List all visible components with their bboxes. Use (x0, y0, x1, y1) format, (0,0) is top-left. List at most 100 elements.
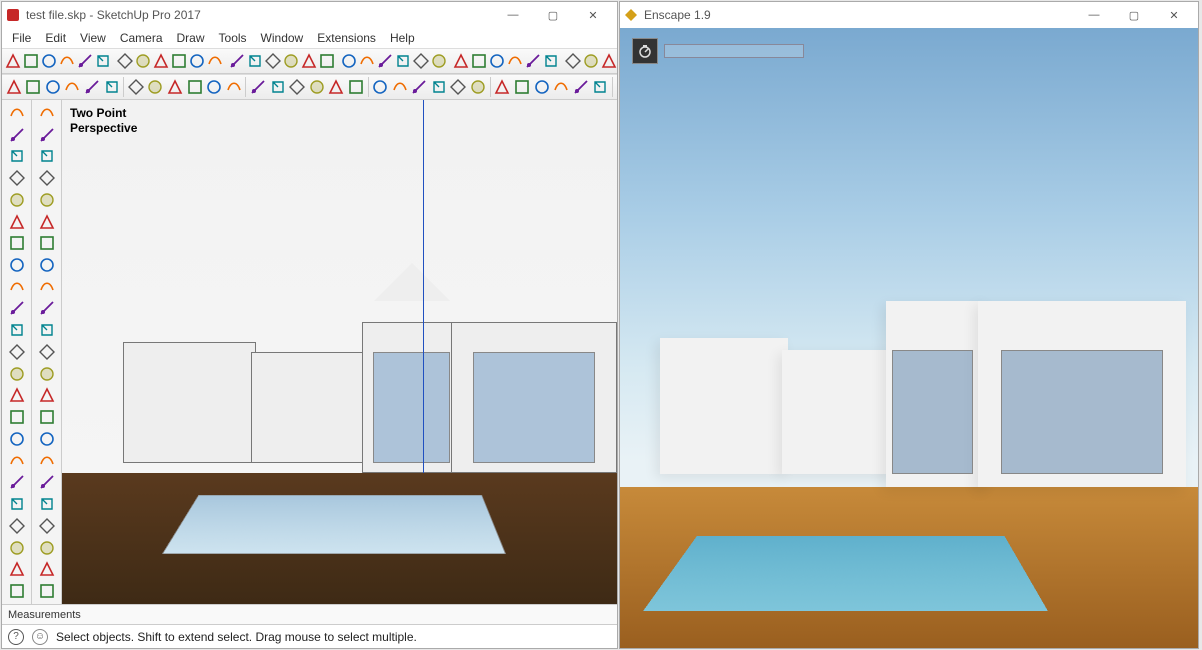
tool2-import-icon[interactable] (36, 515, 58, 537)
minimize-button[interactable]: — (493, 2, 533, 28)
tb2-cut-icon[interactable] (146, 76, 166, 98)
tool2-outliner-icon[interactable] (36, 145, 58, 167)
tb1-solid-icon[interactable] (488, 50, 506, 72)
tb1-layers-icon[interactable] (582, 50, 600, 72)
tb1-zoom-icon[interactable] (246, 50, 264, 72)
sketchup-viewport[interactable]: Two Point Perspective (62, 100, 617, 604)
tb2-run-icon[interactable] (204, 76, 224, 98)
tb2-img-icon[interactable] (307, 76, 327, 98)
tool2-scenes-icon[interactable] (36, 211, 58, 233)
tb1-label-icon[interactable] (340, 50, 358, 72)
tb1-section-icon[interactable] (282, 50, 300, 72)
menu-edit[interactable]: Edit (39, 29, 72, 47)
tb2-plugin6-icon[interactable] (493, 76, 513, 98)
tb1-pushpull-icon[interactable] (94, 50, 112, 72)
tool2-match-icon[interactable] (36, 385, 58, 407)
tool-pushpull-icon[interactable] (6, 450, 28, 472)
tool-protractor-icon[interactable] (6, 515, 28, 537)
tool2-soften-icon[interactable] (36, 319, 58, 341)
tool-pencil-icon[interactable] (6, 189, 28, 211)
tool-rotate-icon[interactable] (6, 385, 28, 407)
tb2-plugin7-icon[interactable] (512, 76, 532, 98)
tool2-pluginA-icon[interactable] (36, 580, 58, 602)
tb1-walk-icon[interactable] (264, 50, 282, 72)
tb2-save-icon[interactable] (43, 76, 63, 98)
tb2-plugin2-icon[interactable] (410, 76, 430, 98)
tb2-bulb-icon[interactable] (371, 76, 391, 98)
tool-rect-icon[interactable] (6, 232, 28, 254)
tb1-arc-icon[interactable] (58, 50, 76, 72)
tb1-dim-icon[interactable] (300, 50, 318, 72)
tb1-protractor-icon[interactable] (376, 50, 394, 72)
tool2-layers-icon[interactable] (36, 276, 58, 298)
menu-tools[interactable]: Tools (213, 29, 253, 47)
tool-scale-icon[interactable] (6, 406, 28, 428)
tb2-plugin5-icon[interactable] (468, 76, 488, 98)
tb1-text-icon[interactable] (318, 50, 336, 72)
tool-paint-icon[interactable] (6, 167, 28, 189)
tb1-move-icon[interactable] (116, 50, 134, 72)
tool-move-icon[interactable] (6, 363, 28, 385)
tb1-warehouse-icon[interactable] (600, 50, 618, 72)
tb2-send-icon[interactable] (287, 76, 307, 98)
tb2-plugin3-icon[interactable] (429, 76, 449, 98)
tb2-plugin8-icon[interactable] (532, 76, 552, 98)
tb1-geo-icon[interactable] (452, 50, 470, 72)
tb2-redo-icon[interactable] (82, 76, 102, 98)
tool-lasso-icon[interactable] (6, 124, 28, 146)
tb1-photo-icon[interactable] (470, 50, 488, 72)
tool2-materials-icon[interactable] (36, 167, 58, 189)
help-hint-icon[interactable]: ? (8, 629, 24, 645)
tb1-3dtext-icon[interactable] (358, 50, 376, 72)
tool-axes-icon[interactable] (6, 580, 28, 602)
tool-select-icon[interactable] (6, 102, 28, 124)
tool2-preferences-icon[interactable] (36, 558, 58, 580)
menu-camera[interactable]: Camera (114, 29, 169, 47)
tool-dim-icon[interactable] (6, 558, 28, 580)
tool2-group-icon[interactable] (36, 124, 58, 146)
tool-tape-icon[interactable] (6, 493, 28, 515)
tb2-render-icon[interactable] (327, 76, 347, 98)
enscape-viewport[interactable] (620, 28, 1198, 648)
tool-pie-icon[interactable] (6, 319, 28, 341)
tb1-rotate-icon[interactable] (134, 50, 152, 72)
tb1-pencil-icon[interactable] (40, 50, 58, 72)
tool2-printset-icon[interactable] (36, 537, 58, 559)
tb2-cursor-icon[interactable] (590, 76, 610, 98)
menu-extensions[interactable]: Extensions (311, 29, 382, 47)
maximize-button[interactable]: ▢ (1114, 2, 1154, 28)
tb2-refresh-icon[interactable] (102, 76, 122, 98)
menu-file[interactable]: File (6, 29, 37, 47)
tb2-info-icon[interactable] (571, 76, 591, 98)
tb1-export-icon[interactable] (524, 50, 542, 72)
tb1-tape-icon[interactable] (76, 50, 94, 72)
tb1-sandbox-icon[interactable] (564, 50, 582, 72)
tool2-styles-icon[interactable] (36, 189, 58, 211)
tool-followme-icon[interactable] (6, 471, 28, 493)
tool2-fog-icon[interactable] (36, 254, 58, 276)
tool-text-icon[interactable] (6, 537, 28, 559)
close-button[interactable]: ✕ (1154, 2, 1194, 28)
menu-draw[interactable]: Draw (171, 29, 211, 47)
tool-polygon-icon[interactable] (6, 341, 28, 363)
tool2-model-icon[interactable] (36, 363, 58, 385)
tool-eraser-icon[interactable] (6, 145, 28, 167)
tool2-sandbox-icon[interactable] (36, 450, 58, 472)
tool-freehand-icon[interactable] (6, 211, 28, 233)
tb2-plugin4-icon[interactable] (449, 76, 469, 98)
tb2-paste-icon[interactable] (185, 76, 205, 98)
tb2-undo-icon[interactable] (63, 76, 83, 98)
tool-offset-icon[interactable] (6, 428, 28, 450)
tb1-select-icon[interactable] (4, 50, 22, 72)
tb1-pan-icon[interactable] (228, 50, 246, 72)
minimize-button[interactable]: — (1074, 2, 1114, 28)
tb2-newfile-icon[interactable] (4, 76, 24, 98)
tb2-settings-icon[interactable] (346, 76, 366, 98)
tb1-scale-icon[interactable] (170, 50, 188, 72)
tool2-photo-icon[interactable] (36, 406, 58, 428)
tb1-axes-icon[interactable] (394, 50, 412, 72)
tb2-download-icon[interactable] (268, 76, 288, 98)
menu-window[interactable]: Window (255, 29, 310, 47)
tool2-component-icon[interactable] (36, 102, 58, 124)
tool-arc-icon[interactable] (6, 276, 28, 298)
